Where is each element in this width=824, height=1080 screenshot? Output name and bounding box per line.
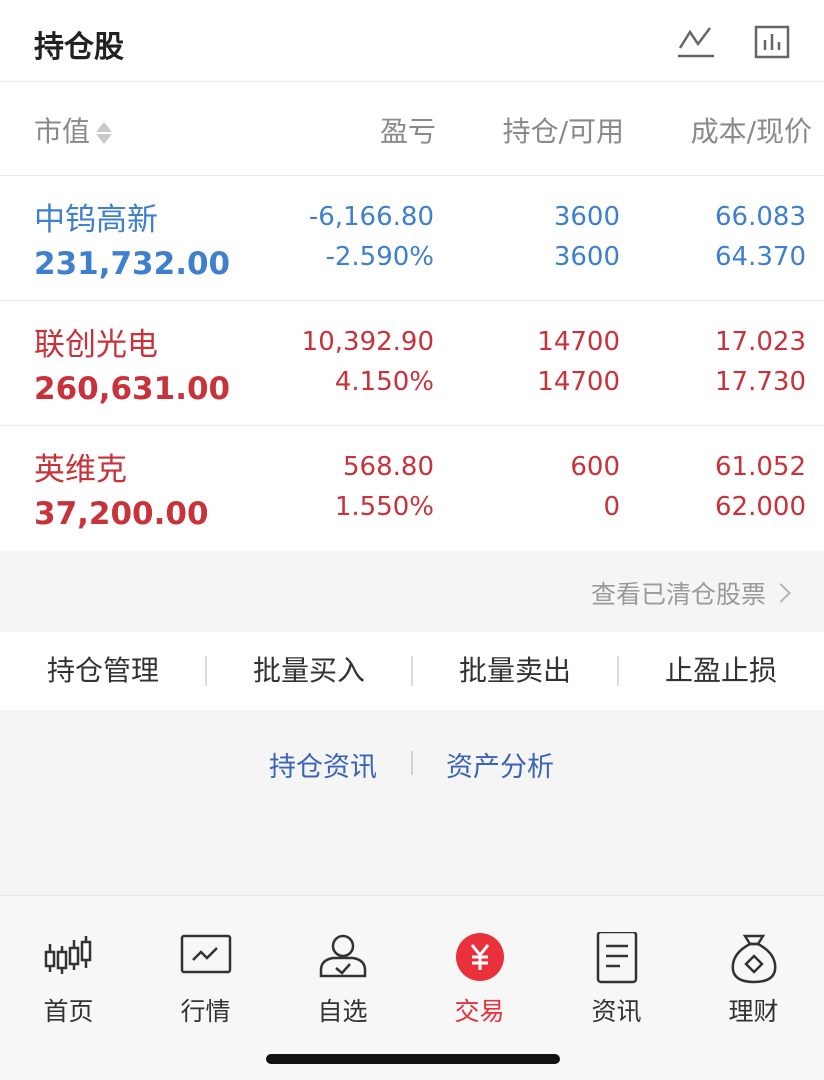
profit-loss-amount: 568.80 [343,452,434,482]
current-price: 64.370 [715,242,806,272]
batch-sell-button[interactable]: 批量卖出 [412,632,618,710]
profit-loss-column-label: 盈亏 [379,115,436,148]
current-price: 62.000 [715,492,806,522]
stock-name: 中钨高新 [34,202,158,238]
tab-wealth[interactable]: 理财 [685,896,822,1036]
user-check-icon [319,934,367,978]
page-title: 持仓股 [34,30,124,65]
available-quantity: 3600 [553,242,620,272]
stock-name: 英维克 [34,452,127,488]
cost-price: 66.083 [715,202,806,232]
asset-analysis-link[interactable]: 资产分析 [446,745,554,784]
manage-holdings-button[interactable]: 持仓管理 [0,632,206,710]
holding-row[interactable]: 英维克 37,200.00 568.80 1.550% 600 0 61.052… [0,426,824,551]
market-chart-icon [180,934,232,974]
document-icon [596,932,638,984]
tab-market[interactable]: 行情 [137,896,274,1036]
batch-buy-button[interactable]: 批量买入 [206,632,412,710]
cost-price: 61.052 [715,452,806,482]
candlestick-icon [44,936,92,974]
holding-news-link[interactable]: 持仓资讯 [269,745,377,784]
holdings-column-header: 市值 盈亏 持仓/可用 成本/现价 [0,82,824,176]
tab-trade[interactable]: 交易 [411,896,548,1036]
profit-loss-percent: -2.590% [325,242,434,272]
yuan-icon [456,933,504,981]
holding-actions-bar: 持仓管理 批量买入 批量卖出 止盈止损 [0,632,824,710]
money-bag-icon [731,934,777,984]
cost-price-column-label: 成本/现价 [690,115,812,148]
available-quantity: 14700 [537,367,620,397]
bar-chart-icon[interactable] [753,24,793,60]
info-links: 持仓资讯 资产分析 [0,745,824,785]
view-cleared-stocks-link[interactable]: 查看已清仓股票 [590,575,791,611]
stock-name: 联创光电 [34,327,158,363]
chevron-right-icon [771,583,791,603]
stock-market-value: 37,200.00 [34,496,209,532]
home-indicator [266,1054,560,1064]
profit-loss-percent: 1.550% [334,492,434,522]
current-price: 17.730 [715,367,806,397]
stock-market-value: 231,732.00 [34,246,231,282]
sort-icon [96,120,113,146]
view-cleared-stocks-label: 查看已清仓股票 [590,580,766,609]
profit-loss-percent: 4.150% [334,367,434,397]
market-value-sort[interactable]: 市值 [34,110,113,150]
profit-loss-amount: 10,392.90 [301,327,434,357]
holding-quantity: 3600 [553,202,620,232]
tab-label: 行情 [180,997,231,1026]
holding-available-column-label: 持仓/可用 [502,115,624,148]
tab-label: 交易 [454,997,505,1026]
available-quantity: 0 [603,492,620,522]
divider [411,751,413,775]
market-value-column-label: 市值 [34,115,91,148]
take-profit-stop-loss-button[interactable]: 止盈止损 [618,632,824,710]
page-header: 持仓股 [0,0,824,82]
tab-label: 自选 [317,997,368,1026]
tab-watchlist[interactable]: 自选 [274,896,411,1036]
bottom-tab-bar: 首页 行情 自选 交易 资讯 理财 [0,895,824,1080]
profit-loss-amount: -6,166.80 [308,202,434,232]
tab-label: 首页 [43,997,94,1026]
tab-news[interactable]: 资讯 [548,896,685,1036]
holding-row[interactable]: 联创光电 260,631.00 10,392.90 4.150% 14700 1… [0,301,824,426]
holding-row[interactable]: 中钨高新 231,732.00 -6,166.80 -2.590% 3600 3… [0,176,824,301]
tab-label: 理财 [728,997,779,1026]
holding-quantity: 14700 [537,327,620,357]
tab-home[interactable]: 首页 [0,896,137,1036]
cost-price: 17.023 [715,327,806,357]
tab-label: 资讯 [591,997,642,1026]
holding-quantity: 600 [570,452,620,482]
line-chart-icon[interactable] [676,24,716,60]
stock-market-value: 260,631.00 [34,371,231,407]
